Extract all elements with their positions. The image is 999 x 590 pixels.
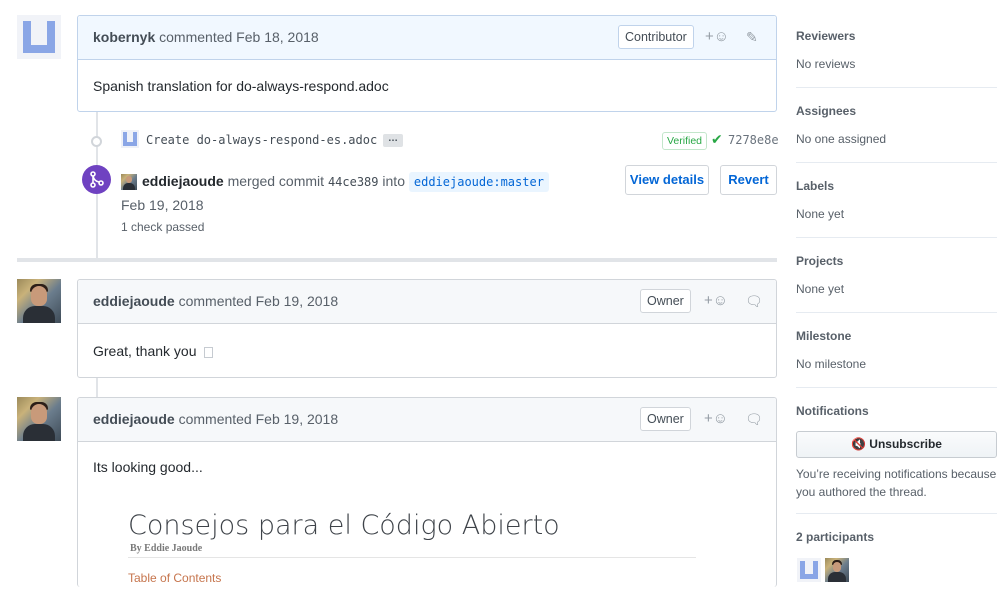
comment-icon: 🗨	[745, 411, 763, 427]
comment-2-header: eddiejaoude commented Feb 19, 2018 Owner…	[78, 280, 776, 324]
reviewers-title[interactable]: Reviewers	[796, 29, 997, 43]
notifications-reason: You’re receiving notifications because y…	[796, 467, 997, 499]
view-details-button[interactable]: View details	[625, 165, 709, 195]
participants-title: 2 participants	[796, 530, 875, 544]
merge-commit-sha[interactable]: 44ce389	[328, 175, 379, 189]
reviewers-value: No reviews	[796, 57, 856, 71]
projects-value: None yet	[796, 282, 845, 296]
comment-icon: 🗨	[745, 293, 763, 309]
comment-2-body: Great, thank you	[78, 324, 776, 359]
timeline-line	[96, 378, 98, 397]
revert-button[interactable]: Revert	[720, 165, 777, 195]
participant-avatar-eddiejaoude[interactable]	[825, 558, 849, 582]
check-icon[interactable]: ✔	[711, 131, 723, 148]
contributor-badge: Contributor	[618, 25, 694, 49]
milestone-value: No milestone	[796, 357, 867, 371]
timeline-divider	[17, 258, 777, 262]
comment-meta[interactable]: commented Feb 19, 2018	[179, 411, 339, 427]
milestone-title[interactable]: Milestone	[796, 329, 997, 343]
comment-3-body: Its looking good...	[93, 459, 203, 475]
commit-sha-link[interactable]: 7278e8e	[728, 133, 779, 147]
assignees-section[interactable]: Assignees No one assigned	[796, 104, 997, 163]
merge-icon	[82, 165, 111, 194]
smiley-icon: +☺	[704, 292, 729, 309]
participant-avatar-kobernyk[interactable]	[797, 558, 821, 582]
participants-section: 2 participants	[796, 530, 997, 590]
merge-author[interactable]: eddiejaoude	[142, 173, 224, 189]
merge-into-text: into	[382, 173, 405, 189]
add-reaction-button[interactable]: +☺	[704, 398, 728, 440]
unsubscribe-button[interactable]: 🔇 Unsubscribe	[796, 431, 997, 458]
pencil-icon: ✎	[746, 29, 758, 45]
merge-branch[interactable]: eddiejaoude:master	[408, 172, 549, 192]
merge-text: merged commit	[227, 173, 325, 189]
add-reaction-button[interactable]: +☺	[705, 16, 729, 58]
unsubscribe-label: Unsubscribe	[869, 437, 942, 451]
commit-expand-button[interactable]: …	[383, 134, 403, 147]
owner-badge: Owner	[640, 289, 691, 313]
comment-author[interactable]: kobernyk	[93, 29, 155, 45]
merge-summary: eddiejaoude merged commit 44ce389 into e…	[142, 172, 549, 192]
preview-toc-link[interactable]: Table of Contents	[128, 571, 221, 585]
notifications-title: Notifications	[796, 404, 869, 418]
verified-badge[interactable]: Verified	[662, 132, 708, 150]
missing-emoji-glyph	[204, 347, 214, 358]
assignees-value: No one assigned	[796, 132, 887, 146]
assignees-title[interactable]: Assignees	[796, 104, 997, 118]
projects-section[interactable]: Projects None yet	[796, 254, 997, 313]
edit-button[interactable]: ✎	[746, 16, 758, 58]
preview-title: Consejos para el Código Abierto	[128, 510, 560, 541]
merge-date[interactable]: Feb 19, 2018	[121, 197, 204, 213]
milestone-section[interactable]: Milestone No milestone	[796, 329, 997, 388]
preview-divider	[128, 557, 696, 558]
comment-2-text: Great, thank you	[93, 343, 197, 359]
comment-actions-button[interactable]: 🗨	[745, 398, 763, 440]
preview-byline: By Eddie Jaoude	[130, 543, 203, 554]
comment-author[interactable]: eddiejaoude	[93, 293, 175, 309]
kobernyk-avatar[interactable]	[17, 15, 61, 59]
eddiejaoude-avatar[interactable]	[17, 397, 61, 441]
smiley-icon: +☺	[705, 28, 730, 45]
commit-author-avatar[interactable]	[121, 130, 139, 148]
merge-author-avatar[interactable]	[121, 174, 137, 190]
comment-3: eddiejaoude commented Feb 19, 2018 Owner…	[77, 397, 777, 587]
add-reaction-button[interactable]: +☺	[704, 280, 728, 322]
comment-3-header: eddiejaoude commented Feb 19, 2018 Owner…	[78, 398, 776, 442]
comment-1: kobernyk commented Feb 18, 2018 Contribu…	[77, 15, 777, 112]
comment-2: eddiejaoude commented Feb 19, 2018 Owner…	[77, 279, 777, 378]
checks-status[interactable]: 1 check passed	[121, 220, 204, 234]
labels-section[interactable]: Labels None yet	[796, 179, 997, 238]
notifications-section: Notifications 🔇 Unsubscribe You’re recei…	[796, 404, 997, 514]
comment-meta[interactable]: commented Feb 19, 2018	[179, 293, 339, 309]
comment-meta[interactable]: commented Feb 18, 2018	[159, 29, 319, 45]
comment-1-header: kobernyk commented Feb 18, 2018 Contribu…	[78, 16, 776, 60]
labels-title[interactable]: Labels	[796, 179, 997, 193]
comment-actions-button[interactable]: 🗨	[745, 280, 763, 322]
mute-icon: 🔇	[851, 437, 866, 451]
labels-value: None yet	[796, 207, 845, 221]
comment-1-body: Spanish translation for do-always-respon…	[93, 78, 389, 94]
owner-badge: Owner	[640, 407, 691, 431]
eddiejaoude-avatar[interactable]	[17, 279, 61, 323]
smiley-icon: +☺	[704, 410, 729, 427]
commit-dot	[91, 136, 102, 147]
commit-message[interactable]: Create do-always-respond-es.adoc	[146, 133, 377, 147]
projects-title[interactable]: Projects	[796, 254, 997, 268]
comment-author[interactable]: eddiejaoude	[93, 411, 175, 427]
reviewers-section[interactable]: Reviewers No reviews	[796, 29, 997, 88]
